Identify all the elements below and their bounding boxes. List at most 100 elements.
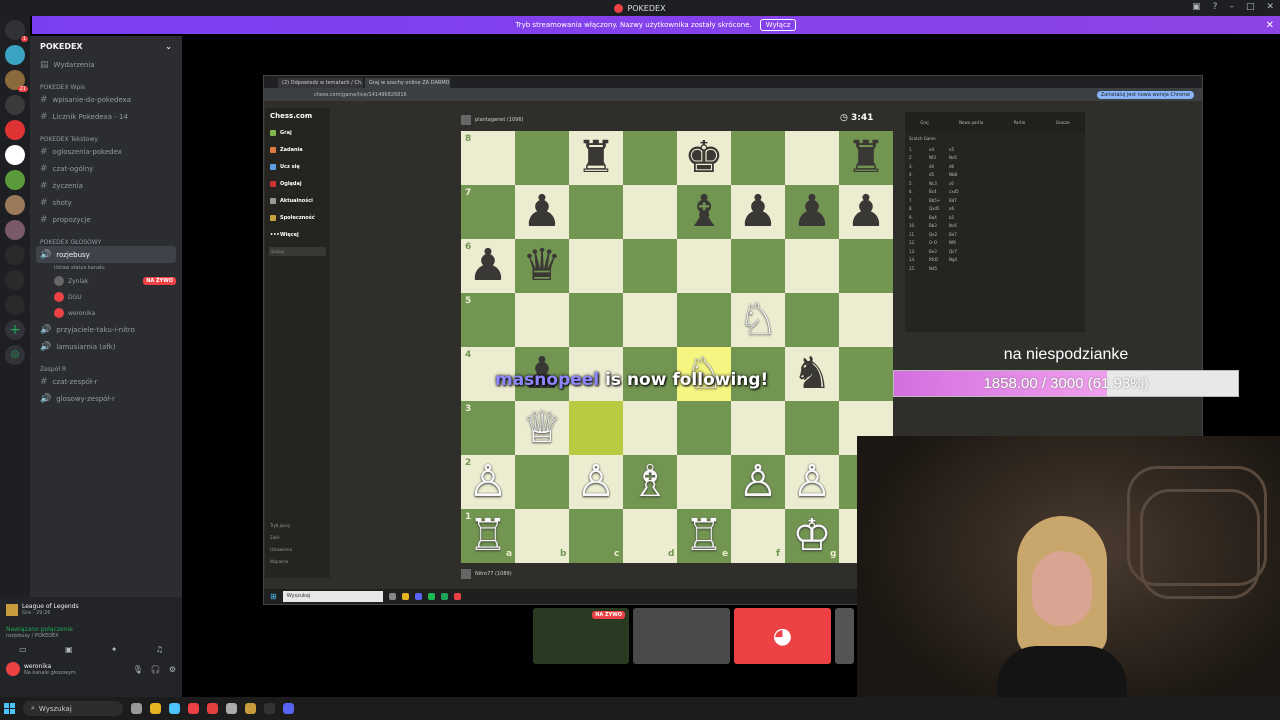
user-row[interactable]: weronika Na kanale głosowym 🎙 🎧 ⚙ xyxy=(0,654,182,676)
chess-piece[interactable]: ♟ xyxy=(785,185,839,239)
board-square[interactable] xyxy=(515,455,569,509)
browser-tab[interactable]: (2) Odpowiedz w tematach / Ch... xyxy=(278,78,363,88)
channel-item[interactable]: # shoty xyxy=(30,194,182,211)
soundboard-icon[interactable]: ♫ xyxy=(156,645,163,654)
server-icon[interactable] xyxy=(5,170,25,190)
chess-piece[interactable]: ♜ xyxy=(569,131,623,185)
explore-icon[interactable]: ◎ xyxy=(5,345,25,365)
voice-member[interactable]: DGU xyxy=(30,289,182,305)
task-view-icon[interactable] xyxy=(131,703,142,714)
minimize-icon[interactable]: – xyxy=(1229,2,1234,12)
panel-tab[interactable]: Gracze xyxy=(1056,120,1070,125)
move-row[interactable]: 4. d5 Nb8 xyxy=(905,171,1085,180)
board-square[interactable] xyxy=(623,293,677,347)
discord-icon[interactable] xyxy=(414,593,422,600)
stream-tile-screen[interactable]: NA ŻYWO xyxy=(533,608,629,664)
server-icon[interactable] xyxy=(5,220,25,240)
move-row[interactable]: 12. O-O Nf6 xyxy=(905,239,1085,248)
address-bar[interactable]: chess.com/game/live/141496826816 Zainsta… xyxy=(264,88,1202,101)
chess-piece[interactable]: ♞ xyxy=(785,347,839,401)
board-square[interactable] xyxy=(515,131,569,185)
channel-item[interactable]: 🔊 przyjaciele-taku-i-nitro xyxy=(30,321,182,338)
chess-piece[interactable]: ♘ xyxy=(731,293,785,347)
board-square[interactable] xyxy=(623,401,677,455)
chess-piece[interactable]: ♙ xyxy=(785,455,839,509)
activity-row[interactable]: League of Legends Gra - 29:26 xyxy=(0,597,182,616)
move-row[interactable]: 1. e4 e5 xyxy=(905,145,1085,154)
board-square[interactable] xyxy=(515,293,569,347)
server-icon[interactable] xyxy=(5,195,25,215)
chess-piece[interactable]: ♟ xyxy=(515,185,569,239)
stream-tile-discord[interactable]: ◕ xyxy=(734,608,831,664)
nav-more[interactable]: ••• Więcej xyxy=(265,226,330,243)
board-square[interactable] xyxy=(677,455,731,509)
avatar[interactable] xyxy=(461,569,471,579)
server-icon[interactable] xyxy=(5,245,25,265)
panel-tab[interactable]: Partie xyxy=(1014,120,1025,125)
board-square[interactable] xyxy=(569,293,623,347)
board-square[interactable] xyxy=(677,293,731,347)
category-header[interactable]: POKEDEX Tekstowy xyxy=(30,129,182,143)
inbox-icon[interactable]: ▣ xyxy=(1192,2,1201,12)
chess-piece[interactable]: ♟ xyxy=(839,185,893,239)
channel-item[interactable]: # czat-zespół-r xyxy=(30,373,182,390)
voice-channel-rozjebusy[interactable]: 🔊 rozjebusy xyxy=(36,246,176,263)
shared-search-box[interactable]: Wyszukaj xyxy=(282,591,383,602)
chess-piece[interactable]: ♝ xyxy=(677,185,731,239)
board-square[interactable] xyxy=(731,239,785,293)
board-square[interactable] xyxy=(623,239,677,293)
move-row[interactable]: 13. Be3 Qc7 xyxy=(905,247,1085,256)
board-square[interactable] xyxy=(731,401,785,455)
events-item[interactable]: ▤ Wydarzenia xyxy=(30,56,182,73)
channel-item[interactable]: # Licznik Pokedexa - 14 xyxy=(30,108,182,125)
board-square[interactable] xyxy=(839,293,893,347)
board-square[interactable] xyxy=(731,131,785,185)
chess-piece[interactable]: ♛ xyxy=(515,239,569,293)
taskbar-app-icon[interactable] xyxy=(440,593,448,600)
chess-piece[interactable]: ♟ xyxy=(731,185,785,239)
screen-share-icon[interactable]: ▣ xyxy=(65,645,73,654)
chrome-icon[interactable] xyxy=(188,703,199,714)
board-square[interactable] xyxy=(677,401,731,455)
channel-item[interactable]: # wpisanie-do-pokedexa xyxy=(30,91,182,108)
top-player-name[interactable]: plantagenet (1096) xyxy=(475,117,524,123)
server-icon[interactable] xyxy=(5,295,25,315)
chess-piece[interactable]: ♖ xyxy=(461,509,515,563)
folder-icon[interactable] xyxy=(150,703,161,714)
channel-item[interactable]: 🔊 glosowy-zespół-r xyxy=(30,390,182,407)
move-row[interactable]: 10. Bb3 Nc6 xyxy=(905,222,1085,231)
move-row[interactable]: 5. Nc3 c6 xyxy=(905,179,1085,188)
update-chrome-button[interactable]: Zainstaluj jest nowa wersja Chrome xyxy=(1096,90,1194,99)
home-icon[interactable]: 1 xyxy=(5,20,28,42)
chess-piece[interactable]: ♙ xyxy=(461,455,515,509)
close-window-icon[interactable]: ✕ xyxy=(1266,2,1274,12)
category-header[interactable]: POKEDEX Wpis xyxy=(30,77,182,91)
chess-logo[interactable]: Chess.com xyxy=(265,108,330,124)
board-square[interactable] xyxy=(839,239,893,293)
close-banner-icon[interactable]: ✕ xyxy=(1266,20,1274,31)
nav-learn[interactable]: Ucz się xyxy=(265,158,330,175)
league-icon[interactable] xyxy=(245,703,256,714)
server-icon[interactable] xyxy=(5,120,25,140)
board-square[interactable] xyxy=(785,293,839,347)
chess-piece[interactable]: ♙ xyxy=(731,455,785,509)
footer-item[interactable]: Wsparcie xyxy=(270,556,292,568)
move-row[interactable]: 11. Qe2 Be7 xyxy=(905,230,1085,239)
nav-news[interactable]: Aktualności xyxy=(265,192,330,209)
chess-piece[interactable]: ♖ xyxy=(677,509,731,563)
taskbar-app-icon[interactable] xyxy=(388,593,396,600)
category-header[interactable]: Zespół R xyxy=(30,359,182,373)
panel-tab[interactable]: Nowa partia xyxy=(959,120,983,125)
chess-board[interactable]: 8 7 6 5 4 3 2 1 a b c d e f g ♜ ♚ ♜ ♟ ♝ ♟ ♟ ♟ ♟ ♛ ♘ ♟ ♘ ♞ ♕ ♙ ♙ ♗ ♙ ♙ ♖ ♖ ♔ xyxy=(461,131,893,563)
chess-piece[interactable]: ♜ xyxy=(839,131,893,185)
board-square[interactable] xyxy=(677,239,731,293)
move-row[interactable]: 14. Rfd1 Ng4 xyxy=(905,256,1085,265)
chess-piece[interactable]: ♙ xyxy=(569,455,623,509)
gear-icon[interactable]: ⚙ xyxy=(169,665,176,674)
voice-status[interactable]: Ustaw status kanału xyxy=(30,263,182,273)
server-header[interactable]: POKEDEX ⌄ xyxy=(30,36,182,56)
avatar[interactable] xyxy=(461,115,471,125)
board-square[interactable] xyxy=(785,401,839,455)
windows-start-icon[interactable]: ⊞ xyxy=(270,592,277,601)
store-icon[interactable] xyxy=(169,703,180,714)
